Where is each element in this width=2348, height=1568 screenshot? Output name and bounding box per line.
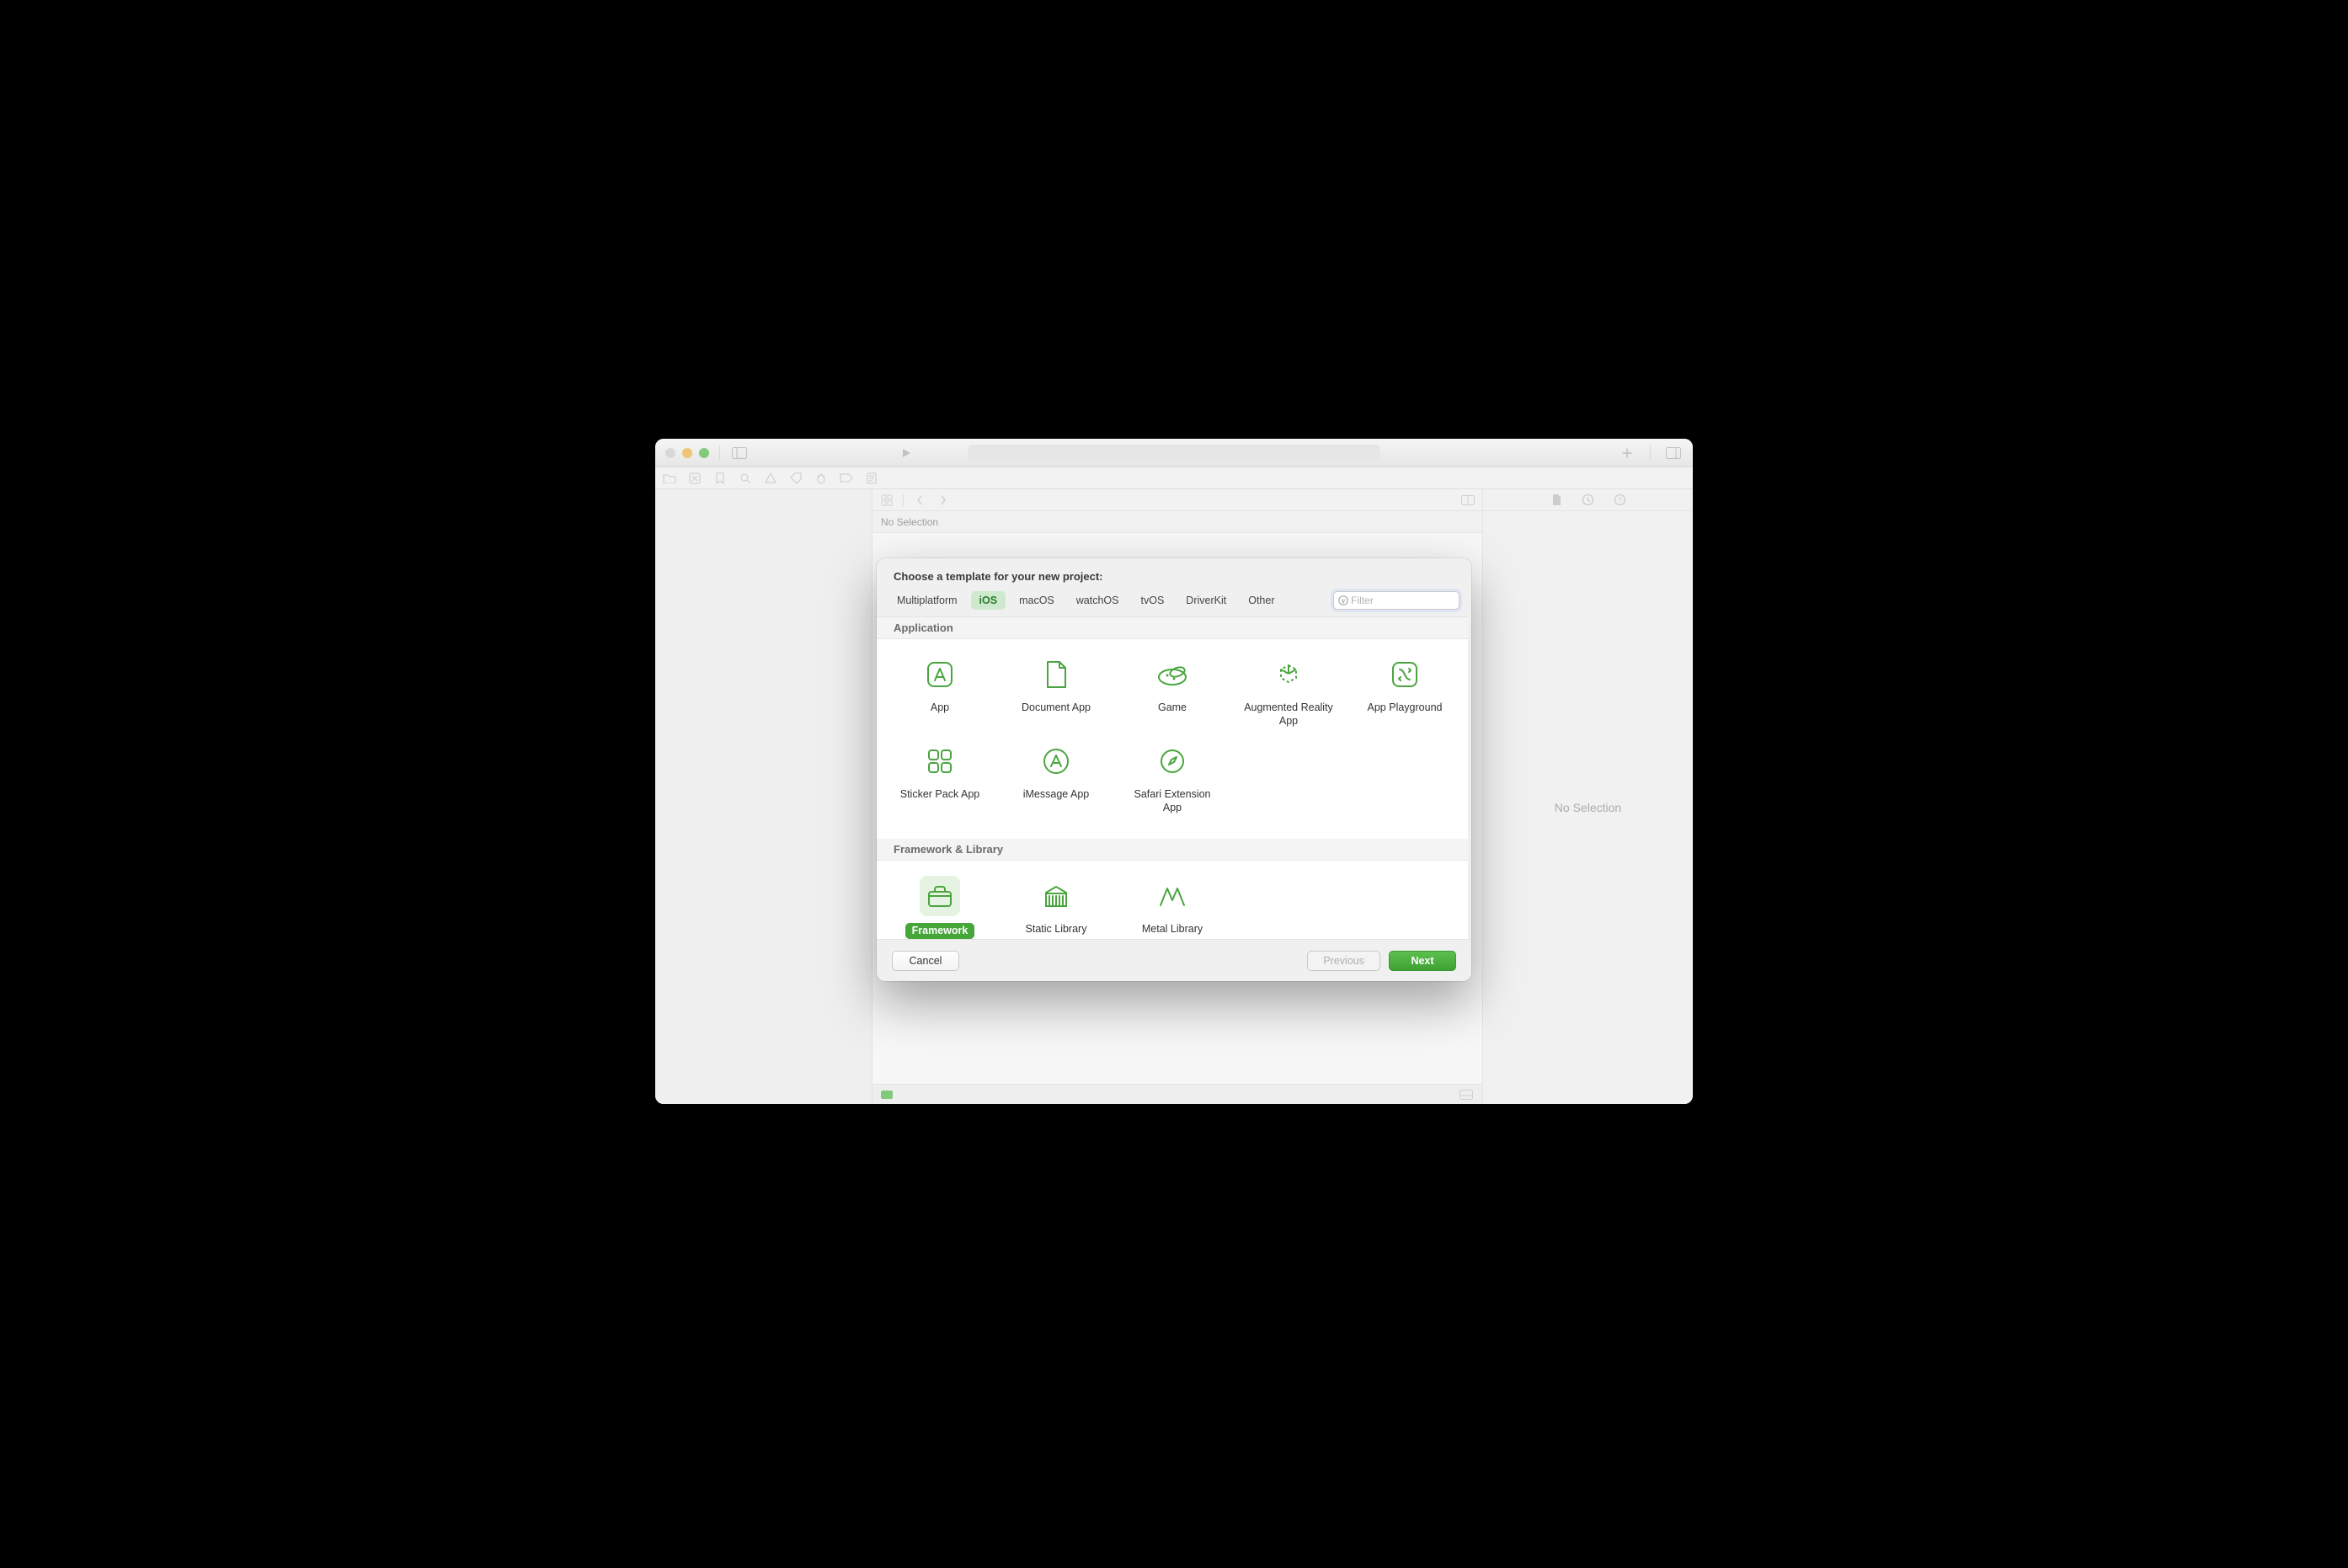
- close-button[interactable]: [665, 448, 675, 458]
- app-icon: [920, 654, 960, 695]
- file-inspector-icon[interactable]: [1549, 493, 1564, 508]
- debug-icon[interactable]: [814, 471, 829, 486]
- sticker-icon: [920, 741, 960, 781]
- template-label: Sticker Pack App: [900, 788, 980, 802]
- platform-tab-tvos[interactable]: tvOS: [1133, 591, 1173, 610]
- nav-back-icon[interactable]: [912, 493, 927, 508]
- platform-tab-multiplatform[interactable]: Multiplatform: [889, 591, 966, 610]
- minimize-button[interactable]: [682, 448, 692, 458]
- no-selection-label: No Selection: [881, 516, 938, 528]
- template-static-library[interactable]: Static Library: [998, 871, 1114, 940]
- platform-tab-watchos[interactable]: watchOS: [1068, 591, 1128, 610]
- library-toggle-icon[interactable]: [1664, 444, 1683, 462]
- platform-tab-other[interactable]: Other: [1240, 591, 1283, 610]
- template-app-playground[interactable]: App Playground: [1347, 649, 1463, 736]
- traffic-lights: [665, 448, 709, 458]
- ar-icon: [1268, 654, 1309, 695]
- sheet-title: Choose a template for your new project:: [877, 558, 1471, 591]
- titlebar: [655, 439, 1693, 467]
- navigator-panel: [655, 489, 872, 1104]
- inspector-no-selection-label: No Selection: [1555, 801, 1621, 814]
- history-inspector-icon[interactable]: [1581, 493, 1596, 508]
- report-icon[interactable]: [864, 471, 879, 486]
- section-header: Framework & Library: [877, 839, 1468, 861]
- tag-icon[interactable]: [788, 471, 803, 486]
- template-label: Framework: [905, 923, 975, 940]
- platform-tab-macos[interactable]: macOS: [1011, 591, 1063, 610]
- svg-text:?: ?: [1618, 496, 1622, 504]
- template-list[interactable]: Application App Document App Game Augmented …: [877, 616, 1468, 939]
- platform-tab-ios[interactable]: iOS: [971, 591, 1006, 610]
- template-sticker-pack-app[interactable]: Sticker Pack App: [882, 736, 998, 823]
- editor-options-icon[interactable]: [1460, 493, 1476, 508]
- plus-icon[interactable]: [1618, 444, 1636, 462]
- run-button-icon[interactable]: [897, 444, 915, 462]
- bookmark-icon[interactable]: [712, 471, 728, 486]
- template-label: Augmented Reality App: [1242, 701, 1335, 728]
- cancel-button[interactable]: Cancel: [892, 951, 959, 971]
- template-label: Safari Extension App: [1126, 788, 1219, 814]
- framework-icon: [920, 876, 960, 916]
- previous-button: Previous: [1307, 951, 1380, 971]
- folder-icon[interactable]: [662, 471, 677, 486]
- template-label: Static Library: [1026, 923, 1087, 936]
- filter-input[interactable]: [1351, 595, 1455, 606]
- jump-bar: No Selection: [872, 511, 1482, 533]
- editor-grid-icon[interactable]: [879, 493, 894, 508]
- template-game[interactable]: Game: [1114, 649, 1230, 736]
- template-label: App: [931, 701, 949, 715]
- playground-icon: [1385, 654, 1425, 695]
- metal-icon: [1152, 876, 1193, 916]
- game-icon: [1152, 654, 1193, 695]
- template-label: iMessage App: [1023, 788, 1090, 802]
- navigator-tab-bar: [655, 467, 1693, 489]
- template-safari-extension-app[interactable]: Safari Extension App: [1114, 736, 1230, 823]
- template-label: Metal Library: [1142, 923, 1203, 936]
- safari-icon: [1152, 741, 1193, 781]
- template-framework[interactable]: Framework: [882, 871, 998, 940]
- source-control-icon[interactable]: [687, 471, 702, 486]
- template-label: Document App: [1022, 701, 1091, 715]
- template-document-app[interactable]: Document App: [998, 649, 1114, 736]
- template-label: App Playground: [1368, 701, 1443, 715]
- document-icon: [1036, 654, 1076, 695]
- filter-icon: [1337, 594, 1349, 607]
- staticlib-icon: [1036, 876, 1076, 916]
- sheet-footer: Cancel Previous Next: [877, 939, 1471, 981]
- template-grid: App Document App Game Augmented Reality App…: [877, 639, 1468, 839]
- console-toggle-icon[interactable]: [1459, 1087, 1474, 1102]
- zoom-button[interactable]: [699, 448, 709, 458]
- imessage-icon: [1036, 741, 1076, 781]
- template-metal-library[interactable]: Metal Library: [1114, 871, 1230, 940]
- debug-bar: [872, 1084, 1482, 1104]
- template-imessage-app[interactable]: iMessage App: [998, 736, 1114, 823]
- next-button[interactable]: Next: [1389, 951, 1456, 971]
- activity-bar: [968, 445, 1380, 461]
- issue-icon[interactable]: [763, 471, 778, 486]
- inspector-panel: ? No Selection: [1482, 489, 1693, 1104]
- new-project-sheet: Choose a template for your new project: …: [877, 558, 1471, 981]
- find-icon[interactable]: [738, 471, 753, 486]
- platform-tabs: Multiplatform iOS macOS watchOS tvOSDriverKi…: [877, 591, 1471, 616]
- nav-forward-icon[interactable]: [936, 493, 951, 508]
- help-inspector-icon[interactable]: ?: [1613, 493, 1628, 508]
- platform-tab-driverkit[interactable]: DriverKit: [1177, 591, 1235, 610]
- breakpoint-icon[interactable]: [839, 471, 854, 486]
- template-label: Game: [1158, 701, 1187, 715]
- debug-activity-icon: [881, 1091, 893, 1099]
- template-app[interactable]: App: [882, 649, 998, 736]
- template-augmented-reality-app[interactable]: Augmented Reality App: [1230, 649, 1347, 736]
- section-header: Application: [877, 617, 1468, 639]
- filter-field-wrap[interactable]: [1333, 591, 1459, 610]
- template-grid: Framework Static Library Metal Library: [877, 861, 1468, 940]
- navigator-toggle-icon[interactable]: [730, 444, 749, 462]
